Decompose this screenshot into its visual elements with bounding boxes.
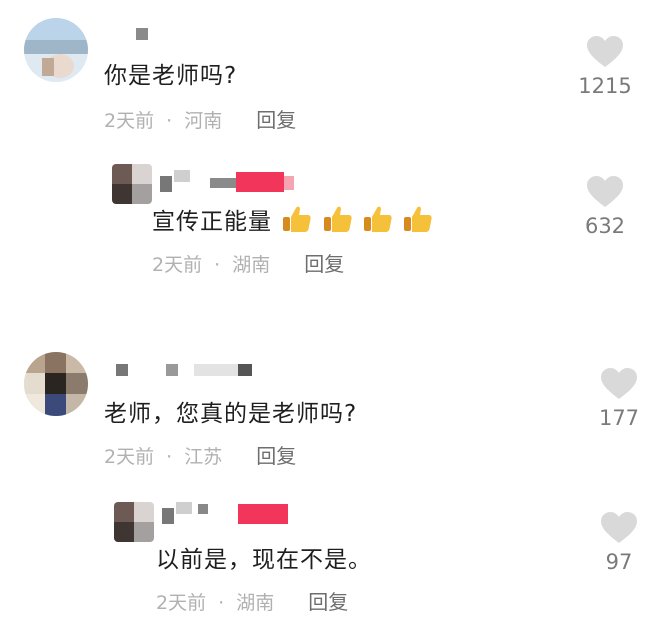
- meta-separator: ·: [166, 446, 173, 468]
- thumbs-up-icon: [404, 206, 432, 232]
- meta-separator: ·: [218, 592, 225, 614]
- username-redacted: [162, 502, 302, 532]
- heart-icon: [584, 368, 654, 400]
- comment-meta: 2天前 · 湖南 回复: [152, 248, 344, 277]
- heart-icon: [570, 176, 640, 208]
- comment-location: 江苏: [184, 446, 223, 468]
- comment-location: 湖南: [236, 592, 275, 614]
- reply-button[interactable]: 回复: [256, 444, 296, 468]
- like-button[interactable]: 97: [584, 512, 654, 574]
- comment-location: 河南: [184, 110, 223, 132]
- like-button[interactable]: 632: [570, 176, 640, 238]
- heart-icon: [584, 512, 654, 544]
- comment-text: 宣传正能量: [152, 202, 433, 236]
- username-redacted: [116, 364, 266, 384]
- comment-meta: 2天前 · 河南 回复: [104, 104, 296, 133]
- like-button[interactable]: 1215: [570, 36, 640, 98]
- avatar[interactable]: [114, 502, 154, 542]
- reply-button[interactable]: 回复: [256, 108, 296, 132]
- comment-item: 老师，您真的是老师吗? 2天前 · 江苏 回复 177: [0, 340, 663, 480]
- thumbs-up-emoji-row: [280, 206, 433, 235]
- comment-text: 你是老师吗?: [104, 63, 238, 89]
- meta-separator: ·: [166, 110, 173, 132]
- reply-item: 宣传正能量 2天前 · 湖南 回复 632: [0, 150, 663, 300]
- comment-location: 湖南: [232, 254, 271, 276]
- comment-text: 老师，您真的是老师吗?: [104, 401, 358, 427]
- comment-time: 2天前: [104, 446, 155, 468]
- reply-button[interactable]: 回复: [304, 252, 344, 276]
- meta-separator: ·: [214, 254, 221, 276]
- thumbs-up-icon: [283, 206, 311, 232]
- avatar[interactable]: [24, 18, 88, 82]
- like-count: 632: [584, 214, 626, 238]
- comment-text: 以前是，现在不是。: [156, 547, 372, 573]
- like-count: 97: [605, 550, 633, 574]
- like-count: 177: [598, 406, 640, 430]
- like-count: 1215: [578, 74, 632, 98]
- thumbs-up-icon: [363, 206, 392, 232]
- thumbs-up-icon: [323, 206, 352, 232]
- reply-item: 以前是，现在不是。 2天前 · 湖南 回复 97: [0, 488, 663, 629]
- comment-time: 2天前: [156, 592, 207, 614]
- heart-icon: [570, 36, 640, 68]
- reply-button[interactable]: 回复: [308, 590, 348, 614]
- like-button[interactable]: 177: [584, 368, 654, 430]
- comment-meta: 2天前 · 湖南 回复: [156, 586, 348, 615]
- avatar[interactable]: [24, 352, 88, 416]
- comment-meta: 2天前 · 江苏 回复: [104, 440, 296, 469]
- username-redacted: [160, 170, 300, 200]
- comment-time: 2天前: [152, 254, 203, 276]
- comment-item: 你是老师吗? 2天前 · 河南 回复 1215: [0, 0, 663, 150]
- comment-time: 2天前: [104, 110, 155, 132]
- avatar[interactable]: [112, 164, 152, 204]
